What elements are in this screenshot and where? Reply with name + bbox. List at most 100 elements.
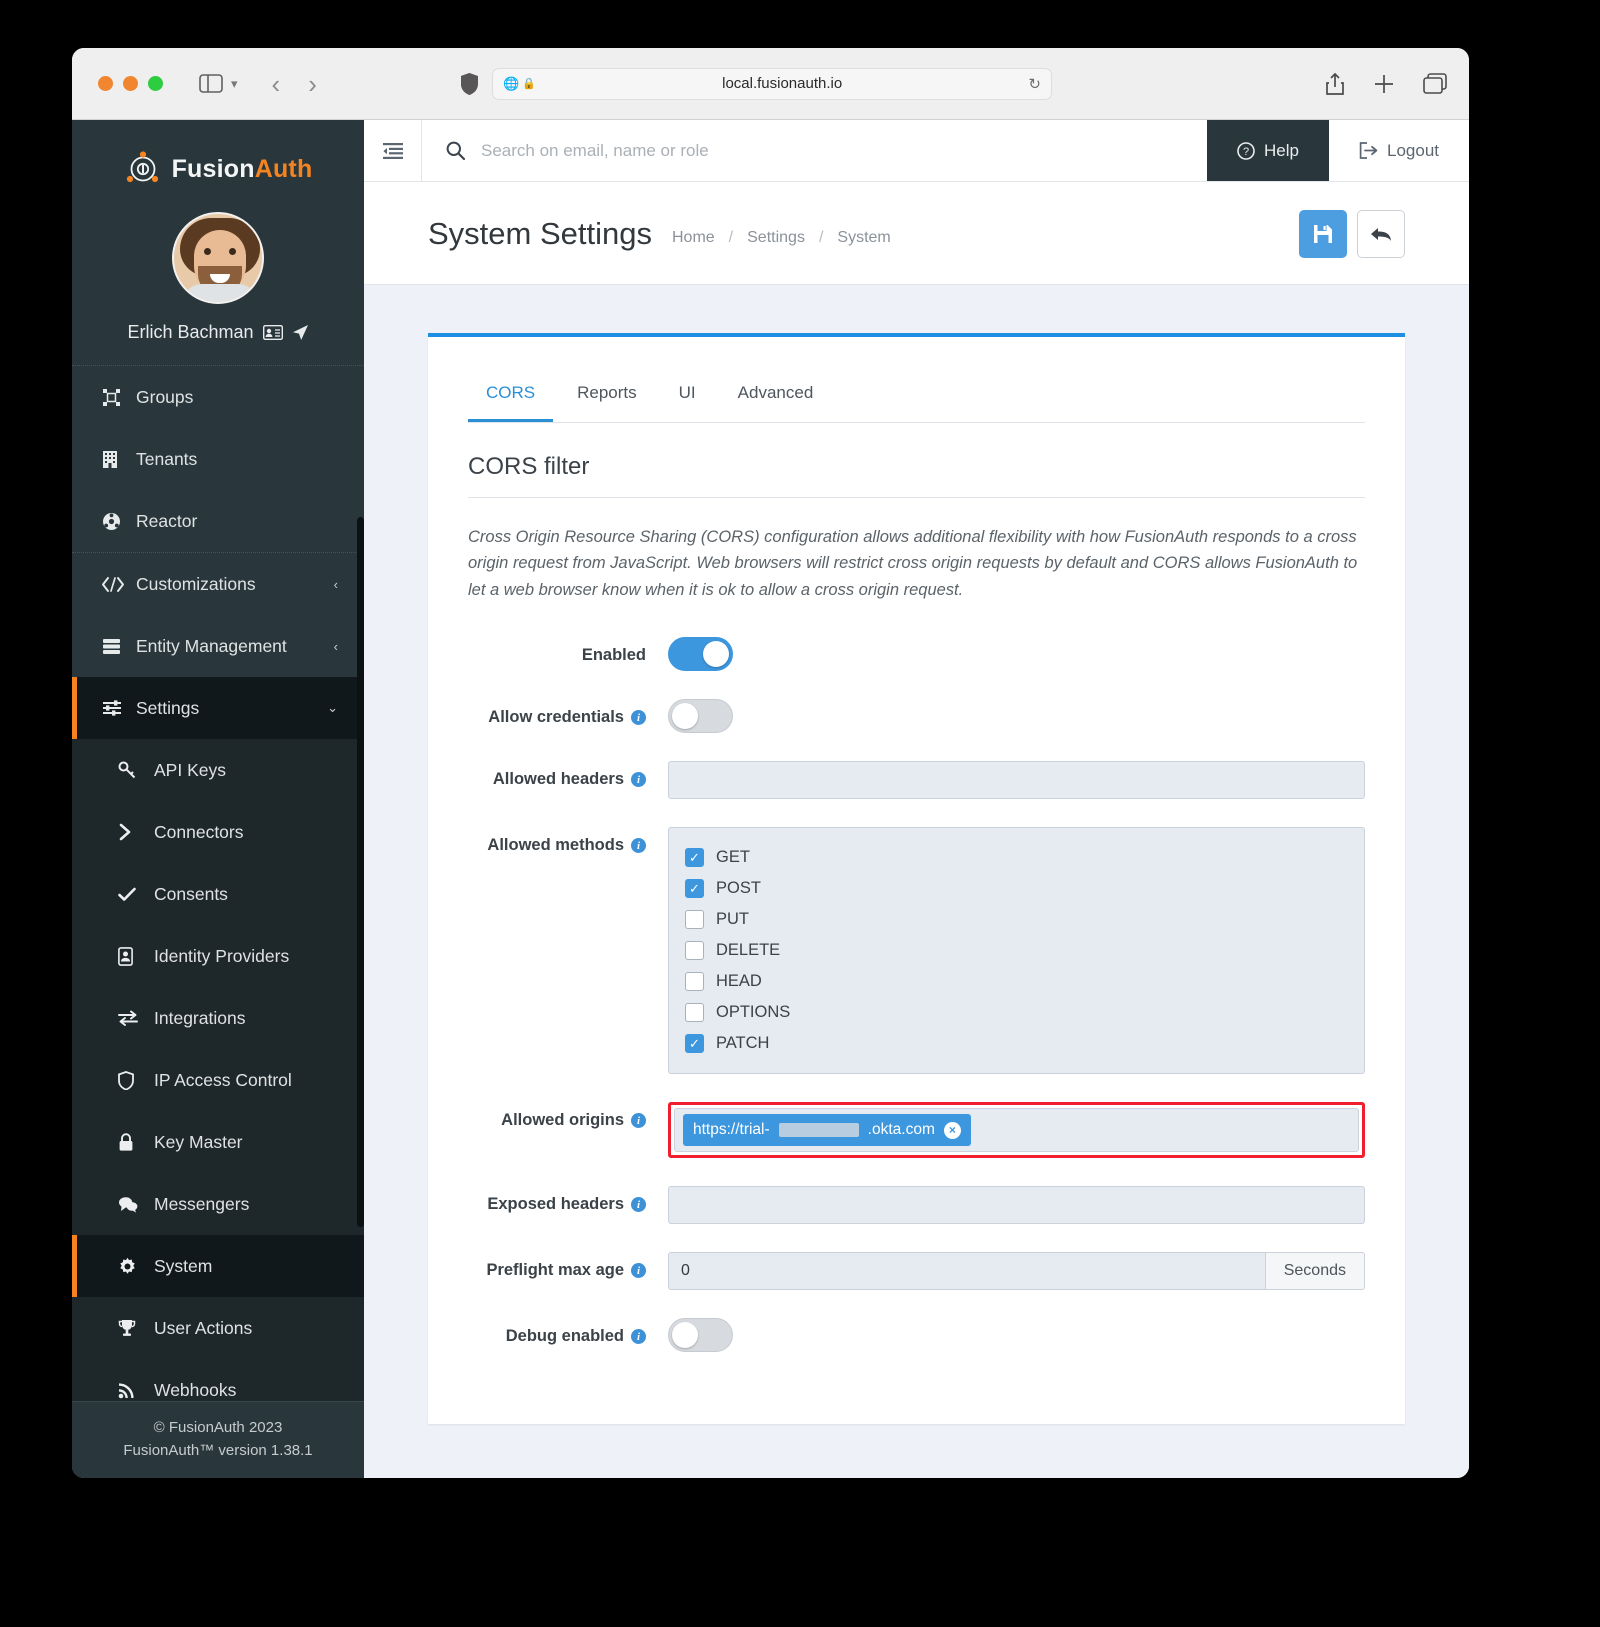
minimize-window-button[interactable] — [123, 76, 138, 91]
debug-enabled-toggle[interactable] — [668, 1318, 733, 1353]
sidebar-item-customizations[interactable]: Customizations ‹ — [72, 553, 364, 615]
cors-section: CORS filter Cross Origin Resource Sharin… — [428, 423, 1405, 1424]
sidebar-item-consents[interactable]: Consents — [72, 863, 364, 925]
info-icon[interactable]: i — [631, 772, 646, 788]
id-badge-icon — [118, 946, 154, 966]
breadcrumb-home[interactable]: Home — [672, 229, 715, 247]
method-option-head[interactable]: HEAD — [685, 966, 1348, 997]
reload-icon[interactable]: ↻ — [1028, 75, 1041, 93]
tab-cors[interactable]: CORS — [468, 371, 554, 422]
sidebar-item-entity-management[interactable]: Entity Management ‹ — [72, 615, 364, 677]
maximize-window-button[interactable] — [148, 76, 163, 91]
checkbox-icon[interactable]: ✓ — [685, 1034, 704, 1054]
tabs-icon[interactable] — [1423, 72, 1447, 95]
search-input[interactable] — [481, 140, 1208, 161]
help-button[interactable]: ? Help — [1207, 120, 1329, 181]
method-option-patch[interactable]: ✓ PATCH — [685, 1028, 1348, 1059]
brand-logo[interactable]: FusionAuth — [72, 120, 364, 206]
sidebar-item-connectors[interactable]: Connectors — [72, 801, 364, 863]
breadcrumb-system[interactable]: System — [837, 229, 890, 247]
close-window-button[interactable] — [98, 76, 113, 91]
info-icon[interactable]: i — [631, 710, 646, 726]
avatar-wrapper — [72, 212, 364, 304]
question-circle-icon: ? — [1237, 141, 1255, 160]
id-card-icon[interactable] — [262, 325, 283, 340]
sidebar-item-key-master[interactable]: Key Master — [72, 1111, 364, 1173]
shield-icon[interactable] — [460, 72, 479, 96]
sidebar-item-messengers[interactable]: Messengers — [72, 1173, 364, 1235]
sidebar-item-system[interactable]: System — [72, 1235, 364, 1297]
forward-navigation-button[interactable]: › — [308, 71, 317, 97]
remove-chip-icon[interactable]: × — [943, 1121, 961, 1139]
field-row-preflight-max-age: Preflight max age i 0 Seconds — [468, 1252, 1365, 1291]
sidebar-item-webhooks[interactable]: Webhooks — [72, 1359, 364, 1401]
collapse-sidebar-icon[interactable] — [364, 120, 422, 181]
allowed-headers-input[interactable] — [668, 761, 1365, 800]
method-option-put[interactable]: PUT — [685, 904, 1348, 935]
exposed-headers-input[interactable] — [668, 1186, 1365, 1225]
checkbox-icon[interactable]: ✓ — [685, 879, 704, 899]
checkbox-icon[interactable] — [685, 972, 704, 992]
method-option-delete[interactable]: DELETE — [685, 935, 1348, 966]
sidebar-item-groups[interactable]: Groups — [72, 366, 364, 428]
sidebar-icon[interactable] — [199, 74, 223, 93]
allow-credentials-toggle[interactable] — [668, 699, 733, 734]
method-option-get[interactable]: ✓ GET — [685, 842, 1348, 873]
url-bar[interactable]: 🌐 🔒 local.fusionauth.io ↻ — [492, 67, 1052, 100]
save-button[interactable] — [1299, 210, 1347, 258]
key-icon — [118, 761, 154, 779]
gear-icon — [118, 1257, 154, 1276]
sidebar-item-identity-providers[interactable]: Identity Providers — [72, 925, 364, 987]
tab-ui[interactable]: UI — [661, 371, 714, 422]
info-icon[interactable]: i — [631, 1263, 646, 1279]
brand-text: FusionAuth — [172, 155, 313, 184]
chevron-down-icon[interactable]: ▾ — [231, 76, 238, 92]
info-icon[interactable]: i — [631, 1113, 646, 1129]
sidebar-scrollbar[interactable] — [357, 517, 364, 1227]
send-icon[interactable] — [292, 324, 309, 341]
page-title: System Settings — [428, 216, 652, 251]
allowed-origins-input[interactable]: https://trial- .okta.com × — [674, 1108, 1359, 1153]
fusionauth-logo-icon — [126, 151, 158, 183]
checkbox-icon[interactable] — [685, 1003, 704, 1023]
chevron-down-icon: ⌄ — [327, 700, 338, 715]
checkbox-icon[interactable] — [685, 941, 704, 961]
preflight-max-age-input[interactable]: 0 — [668, 1252, 1266, 1291]
avatar[interactable] — [172, 212, 264, 304]
info-icon[interactable]: i — [631, 1329, 646, 1345]
save-icon — [1313, 224, 1333, 244]
version-text: FusionAuth™ version 1.38.1 — [123, 1441, 313, 1459]
tab-advanced[interactable]: Advanced — [720, 371, 832, 422]
logout-button[interactable]: Logout — [1329, 120, 1469, 181]
sidebar-item-tenants[interactable]: Tenants — [72, 428, 364, 490]
check-icon — [118, 887, 154, 902]
breadcrumb-settings[interactable]: Settings — [747, 229, 805, 247]
back-navigation-button[interactable]: ‹ — [272, 71, 281, 97]
sidebar-item-label: Consents — [154, 883, 228, 904]
sidebar-item-label: Connectors — [154, 821, 244, 842]
checkbox-icon[interactable] — [685, 910, 704, 930]
sidebar-item-integrations[interactable]: Integrations — [72, 987, 364, 1049]
sidebar-item-user-actions[interactable]: User Actions — [72, 1297, 364, 1359]
plus-icon[interactable] — [1373, 73, 1395, 95]
share-icon[interactable] — [1325, 72, 1345, 96]
origin-chip[interactable]: https://trial- .okta.com × — [683, 1114, 971, 1147]
sidebar-item-ip-access-control[interactable]: IP Access Control — [72, 1049, 364, 1111]
sidebar-item-reactor[interactable]: Reactor — [72, 490, 364, 552]
origin-chip-suffix: .okta.com — [867, 1121, 935, 1139]
back-button[interactable] — [1357, 210, 1405, 258]
tab-reports[interactable]: Reports — [559, 371, 655, 422]
checkbox-icon[interactable]: ✓ — [685, 848, 704, 868]
sidebar-item-label: Entity Management — [136, 635, 287, 656]
method-option-post[interactable]: ✓ POST — [685, 873, 1348, 904]
sidebar-item-settings[interactable]: Settings ⌄ — [72, 677, 364, 739]
sidebar-item-label: System — [154, 1255, 213, 1276]
sidebar-item-api-keys[interactable]: API Keys — [72, 739, 364, 801]
info-icon[interactable]: i — [631, 1197, 646, 1213]
enabled-toggle[interactable] — [668, 637, 733, 672]
tab-list: CORS Reports UI Advanced — [428, 337, 1405, 422]
sidebar-item-label: Webhooks — [154, 1379, 237, 1400]
info-icon[interactable]: i — [631, 838, 646, 854]
method-option-options[interactable]: OPTIONS — [685, 997, 1348, 1028]
reactor-icon — [102, 512, 136, 531]
